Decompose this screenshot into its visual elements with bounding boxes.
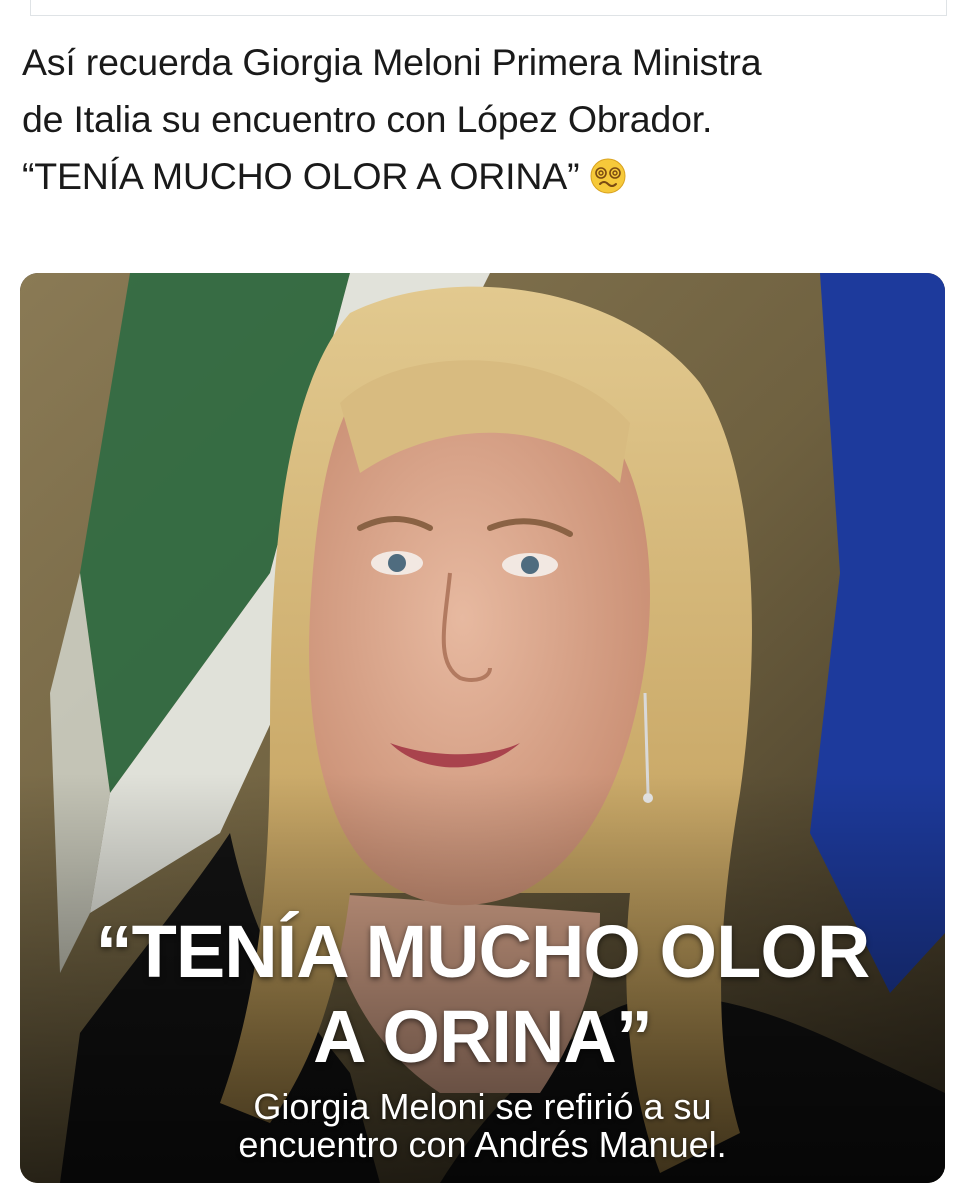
photo-caption-line-1: Giorgia Meloni se refirió a su [253, 1086, 712, 1127]
post-line-1: Así recuerda Giorgia Meloni Primera Mini… [22, 41, 762, 83]
woozy-face-icon [589, 154, 627, 194]
post-text: Así recuerda Giorgia Meloni Primera Mini… [22, 34, 952, 205]
post-line-2: de Italia su encuentro con López Obrador… [22, 98, 713, 140]
previous-post-edge [30, 0, 947, 16]
post-quote: “TENÍA MUCHO OLOR A ORINA” [22, 155, 580, 197]
quote-headline-line-2: A ORINA” [313, 995, 653, 1078]
post-line-3: “TENÍA MUCHO OLOR A ORINA” [22, 148, 952, 205]
news-photo[interactable]: “TENÍA MUCHO OLOR A ORINA” Giorgia Melon… [20, 273, 945, 1183]
quote-headline-line-1: “TENÍA MUCHO OLOR [95, 910, 871, 993]
photo-caption-line-2: encuentro con Andrés Manuel. [238, 1124, 727, 1165]
